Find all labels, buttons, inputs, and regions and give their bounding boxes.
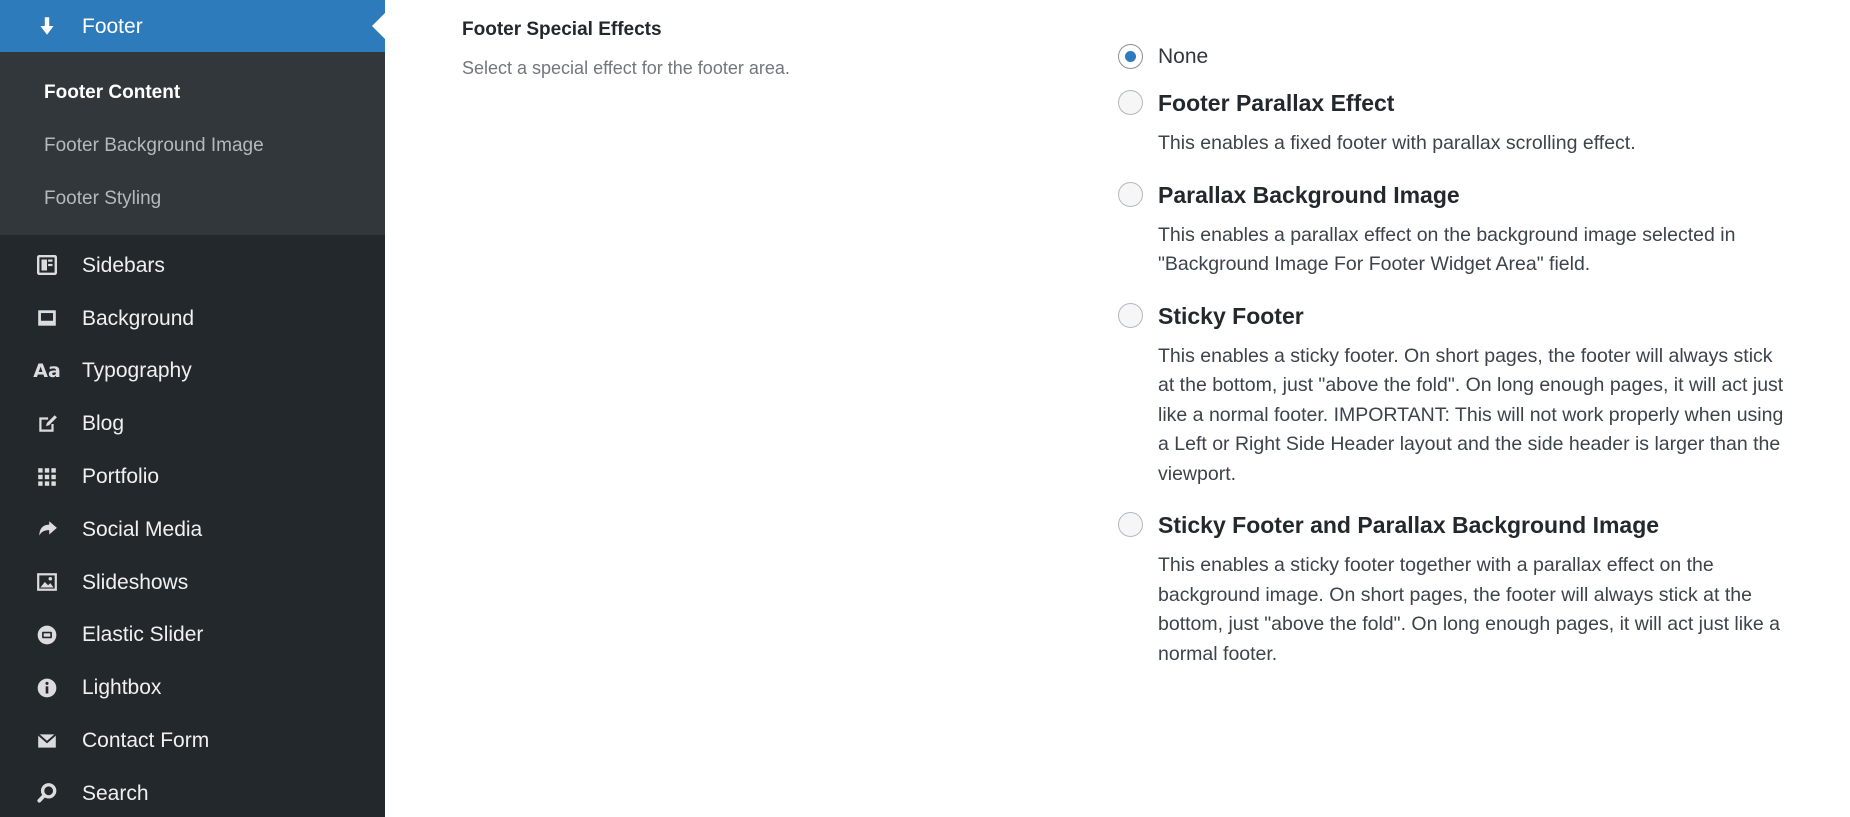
- option-label: Footer Parallax Effect: [1158, 90, 1395, 116]
- sidebar-item-label: Footer: [82, 14, 143, 38]
- sidebar-item-lightbox[interactable]: Lightbox: [0, 661, 385, 714]
- sidebar-item-label: Sidebars: [82, 253, 165, 277]
- background-icon: [34, 305, 60, 331]
- option-parallax-background-image[interactable]: Parallax Background Image This enables a…: [1118, 181, 1778, 280]
- option-label: Sticky Footer and Parallax Background Im…: [1158, 512, 1660, 538]
- blog-icon: [34, 411, 60, 437]
- sidebar-menu: Sidebars Background Aa Typography Blog P…: [0, 235, 385, 817]
- radio-sticky-footer[interactable]: [1118, 302, 1143, 328]
- sidebar-item-label: Lightbox: [82, 676, 162, 700]
- footer-submenu: Footer Content Footer Background Image F…: [0, 52, 385, 235]
- submenu-item-footer-styling[interactable]: Footer Styling: [0, 172, 385, 225]
- info-icon: [34, 675, 60, 701]
- sidebar-item-sidebars[interactable]: Sidebars: [0, 239, 385, 292]
- option-description: This enables a fixed footer with paralla…: [1158, 132, 1636, 154]
- sidebar-item-label: Elastic Slider: [82, 623, 204, 647]
- radio-footer-parallax-effect[interactable]: [1118, 90, 1143, 115]
- sidebar-item-portfolio[interactable]: Portfolio: [0, 450, 385, 503]
- slider-icon: [34, 622, 60, 648]
- arrow-down-icon: [34, 13, 60, 39]
- admin-sidebar: Footer Footer Content Footer Background …: [0, 0, 385, 817]
- option-label: Sticky Footer: [1158, 302, 1304, 329]
- sidebar-item-label: Portfolio: [82, 465, 160, 489]
- sidebar-item-label: Slideshows: [82, 570, 189, 594]
- option-footer-parallax-effect[interactable]: Footer Parallax Effect This enables a fi…: [1118, 90, 1778, 159]
- sidebar-item-background[interactable]: Background: [0, 292, 385, 345]
- option-sticky-footer-and-parallax-background-image[interactable]: Sticky Footer and Parallax Background Im…: [1118, 512, 1780, 669]
- sidebar-item-label: Blog: [82, 412, 125, 436]
- option-description: This enables a parallax effect on the ba…: [1158, 223, 1736, 276]
- submenu-item-footer-content[interactable]: Footer Content: [0, 66, 385, 119]
- radio-parallax-background-image[interactable]: [1118, 181, 1143, 207]
- sidebar-item-label: Social Media: [82, 517, 203, 541]
- field-description: Select a special effect for the footer a…: [462, 58, 790, 78]
- option-label: None: [1158, 45, 1209, 68]
- option-sticky-footer[interactable]: Sticky Footer This enables a sticky foot…: [1118, 302, 1783, 490]
- search-icon: [34, 780, 60, 806]
- sidebar-item-label: Typography: [82, 359, 192, 383]
- sidebar-item-elastic-slider[interactable]: Elastic Slider: [0, 609, 385, 662]
- sidebar-item-slideshows[interactable]: Slideshows: [0, 556, 385, 609]
- sidebar-item-search[interactable]: Search: [0, 767, 385, 817]
- sidebar-item-label: Contact Form: [82, 729, 210, 753]
- option-label: Parallax Background Image: [1158, 181, 1460, 208]
- option-description: This enables a sticky footer together wi…: [1158, 554, 1780, 665]
- settings-panel: Footer Special Effects Select a special …: [385, 0, 1850, 817]
- image-icon: [34, 569, 60, 595]
- sidebar-item-contact-form[interactable]: Contact Form: [0, 714, 385, 767]
- option-description: This enables a sticky footer. On short p…: [1158, 344, 1784, 485]
- special-effects-radio-group: None Footer Parallax Effect This enables…: [1118, 44, 1783, 669]
- sidebar-item-blog[interactable]: Blog: [0, 397, 385, 450]
- typography-icon: Aa: [33, 359, 61, 382]
- field-title: Footer Special Effects: [462, 19, 662, 40]
- sidebar-item-label: Background: [82, 306, 195, 330]
- share-icon: [34, 516, 60, 542]
- mail-icon: [34, 728, 60, 754]
- sidebar-item-typography[interactable]: Aa Typography: [0, 345, 385, 398]
- sidebar-item-social-media[interactable]: Social Media: [0, 503, 385, 556]
- option-none[interactable]: None: [1118, 44, 1778, 69]
- radio-sticky-footer-and-parallax-background-image[interactable]: [1118, 512, 1143, 537]
- submenu-item-footer-background-image[interactable]: Footer Background Image: [0, 119, 385, 172]
- radio-none[interactable]: [1118, 44, 1143, 69]
- sidebars-icon: [34, 252, 60, 278]
- sidebar-item-label: Search: [82, 781, 149, 805]
- portfolio-icon: [34, 464, 60, 490]
- sidebar-item-footer[interactable]: Footer: [0, 0, 385, 52]
